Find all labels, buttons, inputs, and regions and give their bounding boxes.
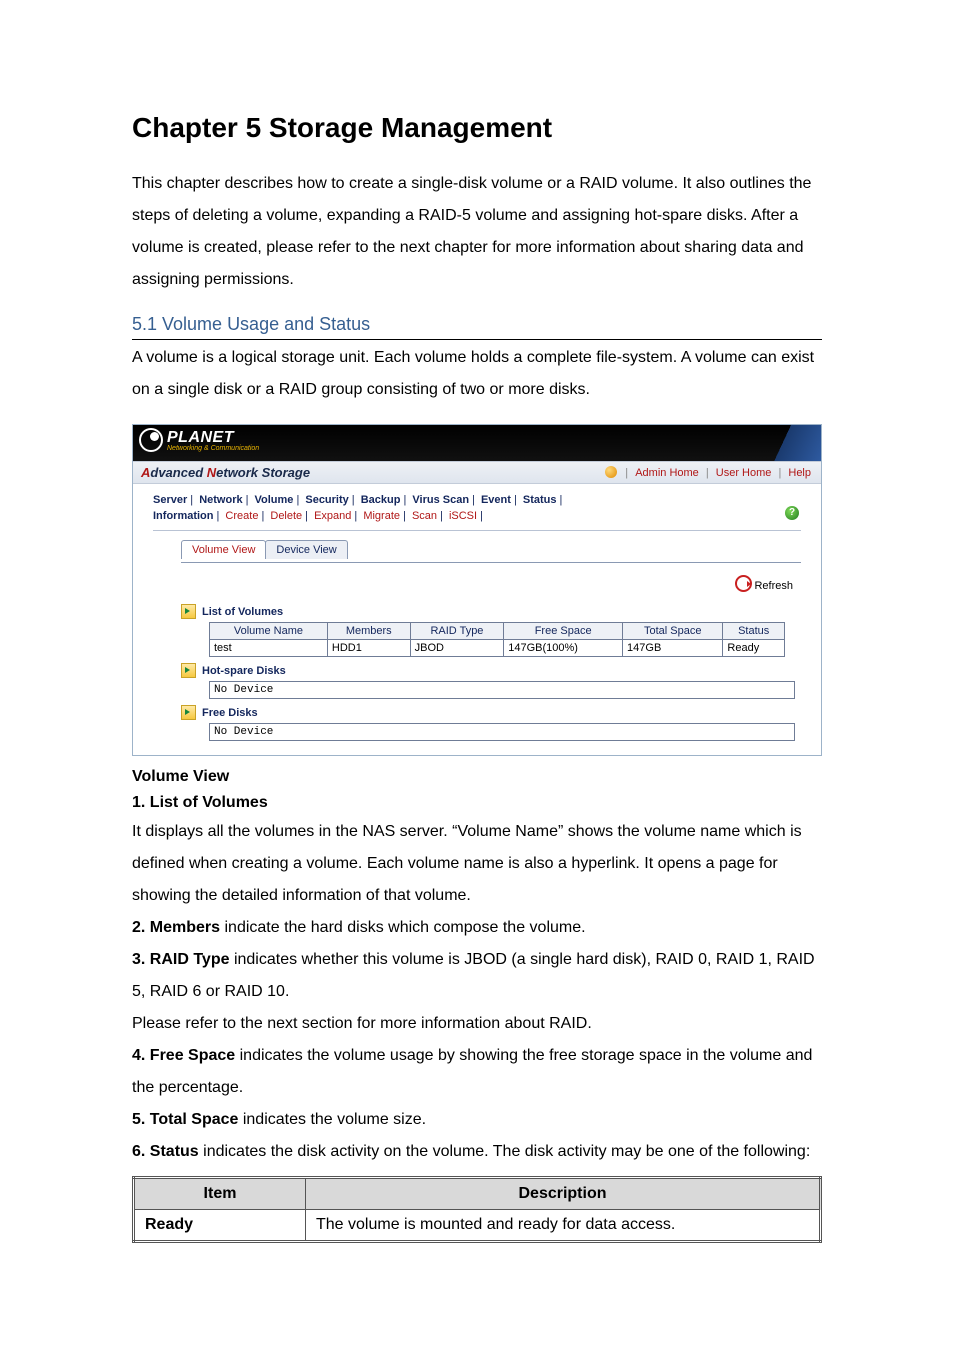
cell-desc: The volume is mounted and ready for data… xyxy=(306,1210,821,1242)
nav-security[interactable]: Security xyxy=(305,494,348,506)
volumes-table: Volume Name Members RAID Type Free Space… xyxy=(209,622,785,657)
subnav-delete[interactable]: Delete xyxy=(270,510,302,522)
nav-network[interactable]: Network xyxy=(199,494,242,506)
status-table: Item Description Ready The volume is mou… xyxy=(132,1176,822,1243)
raid-line-b: Please refer to the next section for mor… xyxy=(132,1008,822,1040)
section-free-disks: Free Disks xyxy=(181,705,801,720)
refresh-icon[interactable] xyxy=(735,575,752,592)
user-home-link[interactable]: User Home xyxy=(716,467,772,479)
intro-paragraph: This chapter describes how to create a s… xyxy=(132,168,822,296)
title-bar: Advanced Network Storage | Admin Home | … xyxy=(133,461,821,484)
help-link[interactable]: Help xyxy=(788,467,811,479)
list-of-volumes-text: It displays all the volumes in the NAS s… xyxy=(132,816,822,912)
raid-line-a: 3. RAID Type indicates whether this volu… xyxy=(132,944,822,1008)
primary-nav: Server| Network| Volume| Security| Backu… xyxy=(153,492,801,510)
section-heading: 5.1 Volume Usage and Status xyxy=(132,314,822,340)
planet-icon xyxy=(139,428,163,452)
nav-backup[interactable]: Backup xyxy=(361,494,401,506)
status-line: 6. Status indicates the disk activity on… xyxy=(132,1136,822,1168)
tab-volume-view[interactable]: Volume View xyxy=(181,540,266,559)
col-members: Members xyxy=(327,623,410,640)
table-row: Volume Name Members RAID Type Free Space… xyxy=(210,623,785,640)
col-total-space: Total Space xyxy=(623,623,723,640)
table-row: Ready The volume is mounted and ready fo… xyxy=(134,1210,821,1242)
nav-virus-scan[interactable]: Virus Scan xyxy=(412,494,469,506)
subnav-expand[interactable]: Expand xyxy=(314,510,351,522)
arrow-icon xyxy=(181,705,196,720)
list-of-volumes-heading: 1. List of Volumes xyxy=(132,794,822,812)
col-raid-type: RAID Type xyxy=(410,623,504,640)
section-list-of-volumes: List of Volumes xyxy=(181,604,801,619)
hot-spare-title: Hot-spare Disks xyxy=(202,665,286,677)
top-banner-art xyxy=(771,425,821,461)
col-item: Item xyxy=(134,1178,306,1210)
top-links: | Admin Home | User Home | Help xyxy=(605,466,813,479)
cell-free: 147GB(100%) xyxy=(504,640,623,657)
free-space-line: 4. Free Space indicates the volume usage… xyxy=(132,1040,822,1104)
chapter-title: Chapter 5 Storage Management xyxy=(132,110,822,146)
subnav-scan[interactable]: Scan xyxy=(412,510,437,522)
subnav-create[interactable]: Create xyxy=(225,510,258,522)
product-title: Advanced Network Storage xyxy=(141,465,310,480)
total-space-line: 5. Total Space indicates the volume size… xyxy=(132,1104,822,1136)
volume-view-heading: Volume View xyxy=(132,768,822,786)
admin-home-link[interactable]: Admin Home xyxy=(635,467,699,479)
members-line: 2. Members indicate the hard disks which… xyxy=(132,912,822,944)
status-orb-icon xyxy=(605,466,617,478)
tab-device-view[interactable]: Device View xyxy=(265,540,347,559)
nav-status[interactable]: Status xyxy=(523,494,557,506)
cell-raid: JBOD xyxy=(410,640,504,657)
col-status: Status xyxy=(723,623,785,640)
top-banner: PLANET Networking & Communication xyxy=(133,425,821,461)
secondary-nav: Information| Create| Delete| Expand| Mig… xyxy=(153,510,801,526)
cell-status: Ready xyxy=(723,640,785,657)
section-intro: A volume is a logical storage unit. Each… xyxy=(132,342,822,406)
nav-volume[interactable]: Volume xyxy=(255,494,294,506)
content-area: ? Server| Network| Volume| Security| Bac… xyxy=(133,484,821,755)
nav-server[interactable]: Server xyxy=(153,494,187,506)
arrow-icon xyxy=(181,604,196,619)
subnav-migrate[interactable]: Migrate xyxy=(363,510,400,522)
brand-name: PLANET xyxy=(167,429,234,446)
table-row: Item Description xyxy=(134,1178,821,1210)
divider xyxy=(153,530,801,531)
col-free-space: Free Space xyxy=(504,623,623,640)
free-disks-title: Free Disks xyxy=(202,707,258,719)
view-tabs: Volume View Device View xyxy=(181,539,801,558)
arrow-icon xyxy=(181,663,196,678)
section-hot-spare: Hot-spare Disks xyxy=(181,663,801,678)
hot-spare-no-device: No Device xyxy=(209,681,795,699)
table-row: test HDD1 JBOD 147GB(100%) 147GB Ready xyxy=(210,640,785,657)
cell-item: Ready xyxy=(134,1210,306,1242)
subnav-iscsi[interactable]: iSCSI xyxy=(449,510,477,522)
ui-screenshot: PLANET Networking & Communication Advanc… xyxy=(132,424,822,756)
brand-tagline: Networking & Communication xyxy=(167,445,259,452)
free-disks-no-device: No Device xyxy=(209,723,795,741)
cell-total: 147GB xyxy=(623,640,723,657)
brand-logo: PLANET Networking & Communication xyxy=(139,428,259,452)
cell-volume-name[interactable]: test xyxy=(210,640,328,657)
col-volume-name: Volume Name xyxy=(210,623,328,640)
nav-event[interactable]: Event xyxy=(481,494,511,506)
col-description: Description xyxy=(306,1178,821,1210)
subnav-information[interactable]: Information xyxy=(153,510,214,522)
list-of-volumes-title: List of Volumes xyxy=(202,606,283,618)
cell-members: HDD1 xyxy=(327,640,410,657)
refresh-row: Refresh xyxy=(153,563,801,598)
refresh-label[interactable]: Refresh xyxy=(754,580,793,592)
